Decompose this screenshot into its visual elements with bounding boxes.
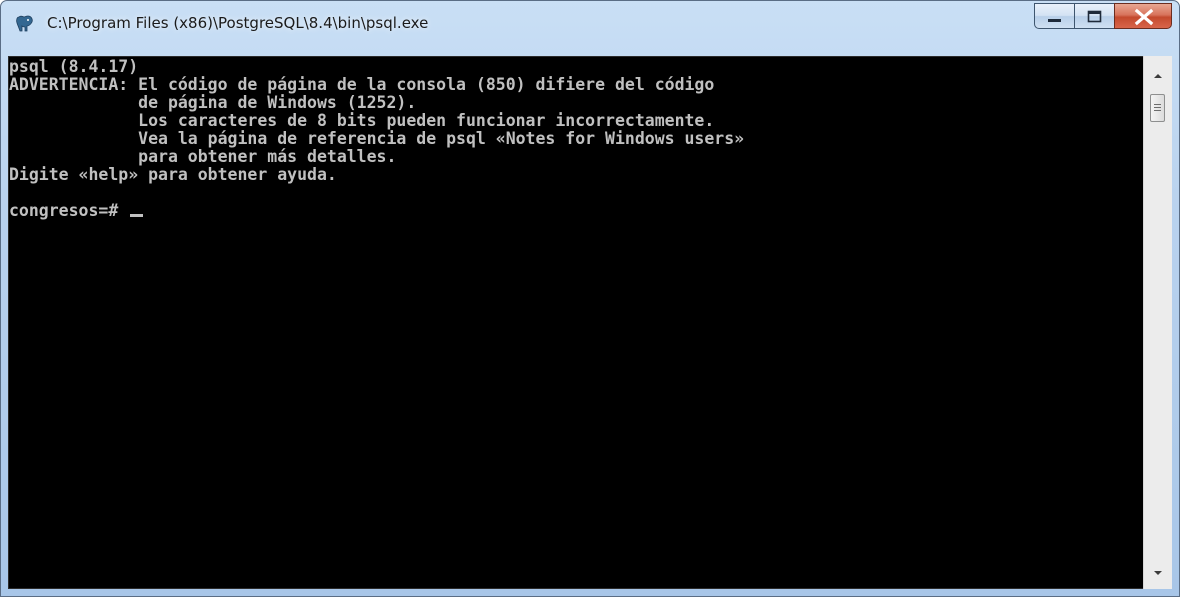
prompt-text: congresos=# xyxy=(9,201,129,220)
window-title: C:\Program Files (x86)\PostgreSQL\8.4\bi… xyxy=(47,14,429,32)
scroll-up-arrow-icon xyxy=(1154,74,1162,78)
scroll-up-button[interactable] xyxy=(1144,64,1172,88)
console-window: C:\Program Files (x86)\PostgreSQL\8.4\bi… xyxy=(0,0,1180,597)
minimize-button[interactable] xyxy=(1034,3,1074,29)
console-area[interactable]: psql (8.4.17) ADVERTENCIA: El código de p… xyxy=(8,56,1150,589)
close-button[interactable] xyxy=(1114,3,1172,29)
text-cursor xyxy=(130,214,144,217)
scroll-down-button[interactable] xyxy=(1144,561,1172,585)
console-line: psql (8.4.17) xyxy=(9,57,139,76)
grip-line xyxy=(1154,110,1161,111)
console-line: ADVERTENCIA: El código de página de la c… xyxy=(9,75,715,94)
caption-buttons xyxy=(1034,3,1172,29)
console-line: de página de Windows (1252). xyxy=(9,93,417,112)
postgresql-elephant-icon[interactable] xyxy=(15,14,35,34)
prompt-line[interactable]: congresos=# xyxy=(9,202,744,220)
vertical-scrollbar[interactable] xyxy=(1143,56,1172,589)
console-line: Vea la página de referencia de psql «Not… xyxy=(9,129,745,148)
scroll-down-arrow-icon xyxy=(1154,571,1162,575)
maximize-button[interactable] xyxy=(1074,3,1114,29)
minimize-icon xyxy=(1048,19,1061,22)
console-output: psql (8.4.17) ADVERTENCIA: El código de p… xyxy=(9,58,744,220)
title-bar[interactable]: C:\Program Files (x86)\PostgreSQL\8.4\bi… xyxy=(1,1,1179,56)
console-line: Los caracteres de 8 bits pueden funciona… xyxy=(9,111,715,130)
grip-line xyxy=(1154,104,1161,105)
close-icon xyxy=(1134,8,1154,26)
maximize-icon xyxy=(1087,10,1102,23)
console-line: para obtener más detalles. xyxy=(9,147,397,166)
grip-line xyxy=(1154,107,1161,108)
scrollbar-thumb[interactable] xyxy=(1150,94,1165,122)
console-line: Digite «help» para obtener ayuda. xyxy=(9,165,337,184)
